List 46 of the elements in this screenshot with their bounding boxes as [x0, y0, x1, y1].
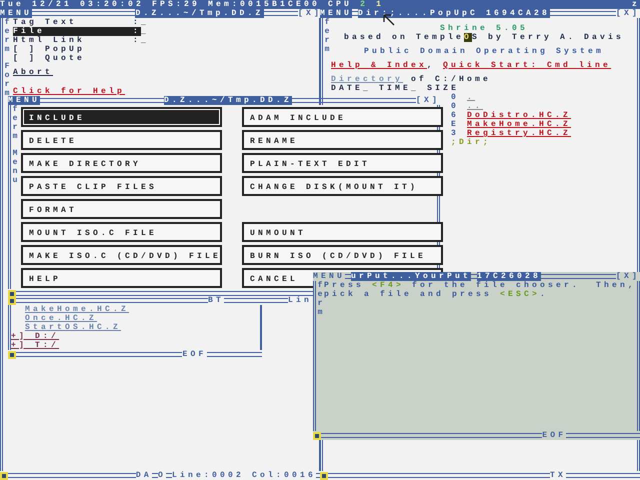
window-title: Dir;;....PopUpC	[358, 9, 478, 18]
edge-char: z	[632, 0, 640, 9]
file-size: E	[451, 120, 460, 129]
link-separator: ,	[427, 61, 436, 70]
column-header: TIME_	[379, 84, 420, 93]
clock: Tue 12/21 03:20:02	[0, 0, 144, 9]
command-text: ;Dir;	[451, 138, 492, 147]
window-title: D.Z...~/Tmp.DD.Z	[135, 9, 264, 18]
instruction-text: pick a file and press <ESC>.	[324, 290, 550, 299]
cpu-core: 1	[376, 0, 384, 9]
file-size: 0	[451, 93, 460, 102]
window-top-label: BT	[208, 296, 224, 305]
tagline: Public Domain Operating System	[362, 47, 606, 56]
cpu-label: CPU	[328, 0, 352, 9]
file-size: 3	[451, 129, 460, 138]
window-address: 17C26028	[477, 272, 542, 281]
border-label: ferm	[12, 105, 18, 141]
os-name: Shrine 5.05	[438, 24, 529, 33]
border-label: Form	[4, 62, 10, 98]
fps-readout: FPS:29	[152, 0, 200, 9]
border-label: Menu	[12, 149, 18, 185]
file-size: 6	[451, 111, 460, 120]
border-label: ferm	[316, 281, 324, 317]
credit-text: based on Temple O S by Terry A. Davis	[342, 33, 626, 42]
column-header: DATE_	[331, 84, 372, 93]
eof-label: EOF	[182, 350, 206, 359]
border-label: ferm	[324, 18, 330, 54]
window-title: urPut...YourPut	[351, 272, 472, 281]
window-title: D.Z...~/Tmp.DD.Z	[164, 96, 292, 105]
directory-path: of C:/Home	[410, 75, 492, 84]
cpu-core: 2	[360, 0, 368, 9]
instruction-text: Press <F4> for the file chooser. Then,	[324, 281, 637, 290]
file-size: 0	[451, 102, 460, 111]
window-address: 1694CA28	[478, 9, 550, 18]
line-number: Line:0002	[172, 471, 244, 480]
memory-readout: Mem:0015B1CE00	[208, 0, 320, 9]
flag-label: O	[158, 471, 166, 480]
window-bottom-label: TX	[550, 471, 566, 480]
checkbox-label: PopUp	[44, 45, 86, 54]
column-number: Col:0016	[250, 471, 316, 480]
eof-label: EOF	[542, 431, 566, 440]
mode-label: DA	[136, 471, 152, 480]
window-top-label: Lin	[288, 296, 312, 305]
border-label: ferm	[4, 18, 10, 54]
checkbox-label: Quote	[44, 54, 86, 63]
column-header: SIZE	[427, 84, 460, 93]
